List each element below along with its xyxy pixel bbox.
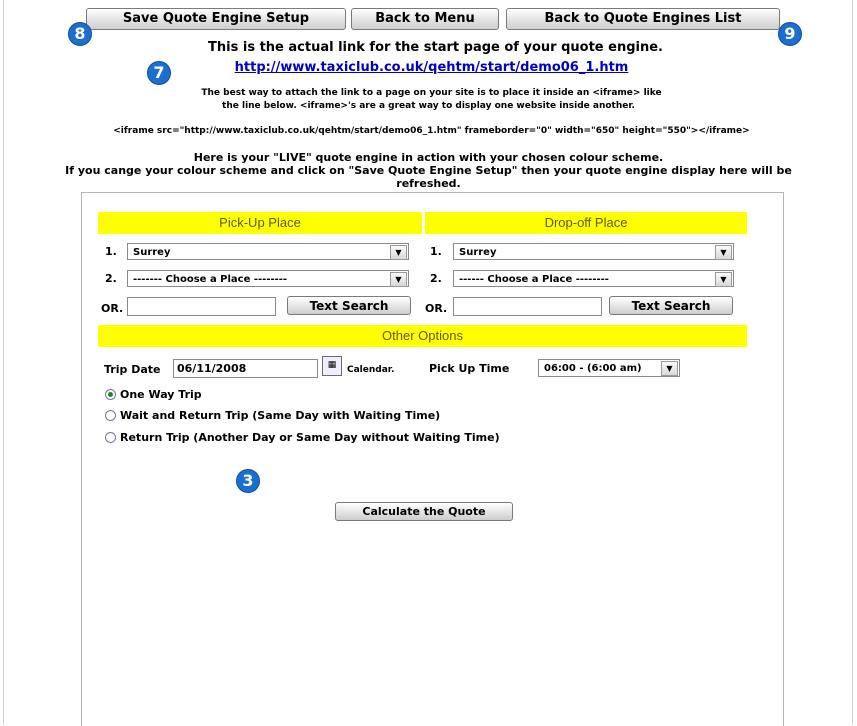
one-way-trip-radio[interactable] [105,389,116,400]
pickup-place-select-2-value: ------- Choose a Place -------- [133,274,288,285]
dropoff-row-1-label: 1. [430,245,442,258]
chevron-down-icon: ▼ [390,245,407,260]
dropoff-text-search-button[interactable]: Text Search [609,296,733,315]
chevron-down-icon: ▼ [661,361,678,376]
calculate-the-quote-button[interactable]: Calculate the Quote [335,502,513,521]
dropoff-place-select-1-value: Surrey [459,247,497,258]
dropoff-or-label: OR. [425,302,448,315]
one-way-trip-label: One Way Trip [120,388,202,401]
chevron-down-icon: ▼ [390,272,407,287]
dropoff-place-select-2[interactable]: ------ Choose a Place -------- ▼ [453,270,734,287]
wait-and-return-trip-radio[interactable] [105,410,116,421]
pickup-row-2-label: 2. [105,272,117,285]
iframe-instructions-line1: The best way to attach the link to a pag… [201,88,662,98]
return-trip-radio[interactable] [105,432,116,443]
dropoff-place-select-1[interactable]: Surrey ▼ [453,243,734,260]
pickup-place-select-1[interactable]: Surrey ▼ [127,243,409,260]
trip-date-label: Trip Date [104,363,161,376]
pickup-or-label: OR. [101,302,124,315]
back-to-quote-engines-list-button[interactable]: Back to Quote Engines List [506,8,780,30]
pickup-time-select[interactable]: 06:00 - (6:00 am) ▼ [538,359,680,377]
iframe-instructions-line2: the line below. <iframe>'s are a great w… [222,101,635,111]
other-options-header: Other Options [98,325,747,347]
pickup-place-select-2[interactable]: ------- Choose a Place -------- ▼ [127,270,409,287]
pickup-row-1-label: 1. [105,245,117,258]
pickup-text-search-input[interactable] [127,297,276,316]
dropoff-text-search-input[interactable] [453,297,602,316]
dropoff-place-select-2-value: ------ Choose a Place -------- [459,274,609,285]
pickup-time-label: Pick Up Time [429,362,510,375]
save-quote-engine-setup-button[interactable]: Save Quote Engine Setup [86,8,346,30]
return-trip-label: Return Trip (Another Day or Same Day wit… [120,431,500,444]
chevron-down-icon: ▼ [715,245,732,260]
back-to-menu-button[interactable]: Back to Menu [351,8,499,30]
pickup-time-select-value: 06:00 - (6:00 am) [544,363,642,374]
pickup-place-select-1-value: Surrey [133,247,171,258]
iframe-code-sample: <iframe src="http://www.taxiclub.co.uk/q… [113,126,750,136]
dropoff-place-header: Drop-off Place [425,212,747,234]
trip-date-input[interactable]: 06/11/2008 [173,359,318,378]
quote-engine-preview: Pick-Up Place Drop-off Place 1. Surrey ▼… [81,192,784,726]
live-engine-note-line2: If you cange your colour scheme and clic… [65,164,792,177]
calendar-icon[interactable]: ▦ [322,356,342,376]
live-engine-note-line3: refreshed. [396,177,461,190]
calendar-link[interactable]: Calendar. [347,365,394,375]
link-row: http://www.taxiclub.co.uk/qehtm/start/de… [0,60,857,75]
live-engine-note-line1: Here is your "LIVE" quote engine in acti… [193,151,664,164]
pickup-place-header: Pick-Up Place [98,212,422,234]
callout-badge-3: 3 [236,469,260,493]
dropoff-row-2-label: 2. [430,272,442,285]
wait-and-return-trip-label: Wait and Return Trip (Same Day with Wait… [120,409,441,422]
link-heading: This is the actual link for the start pa… [208,40,663,55]
pickup-text-search-button[interactable]: Text Search [287,296,411,315]
quote-engine-start-link[interactable]: http://www.taxiclub.co.uk/qehtm/start/de… [235,60,629,75]
chevron-down-icon: ▼ [715,272,732,287]
